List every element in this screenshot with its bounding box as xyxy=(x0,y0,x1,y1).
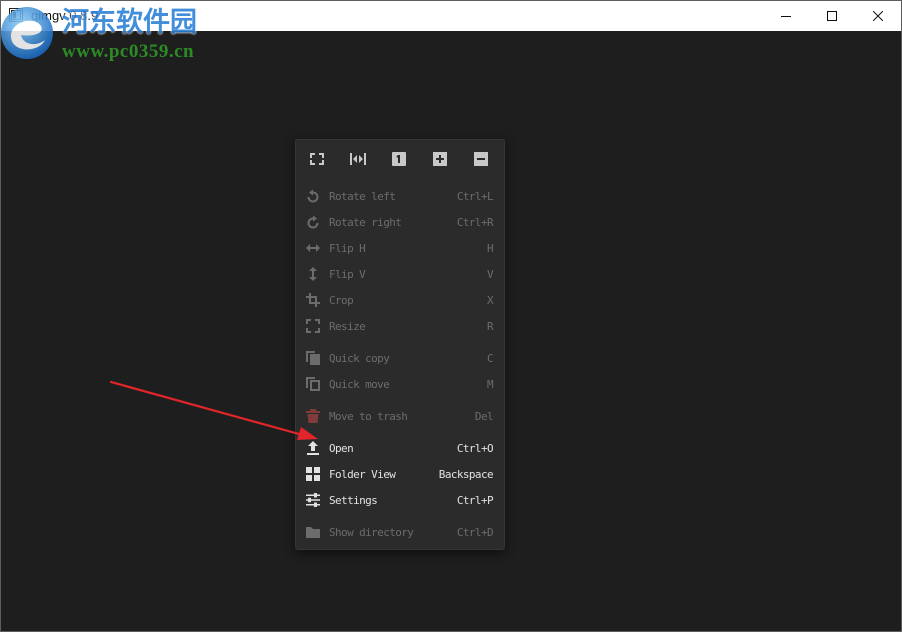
menu-item-rotate-left[interactable]: Rotate left Ctrl+L xyxy=(296,183,504,209)
fit-window-icon xyxy=(309,152,324,165)
menu-item-label: Open xyxy=(329,441,354,455)
menu-section-trash: Move to trash Del xyxy=(296,403,504,429)
menu-item-move-to-trash[interactable]: Move to trash Del xyxy=(296,403,504,429)
zoom-in-icon xyxy=(432,151,447,166)
menu-item-flip-v[interactable]: Flip V V xyxy=(296,261,504,287)
menu-item-shortcut: Backspace xyxy=(438,467,494,481)
maximize-icon xyxy=(827,11,837,21)
title-bar[interactable]: qimgv 0.8.9 xyxy=(1,1,901,31)
window-controls xyxy=(763,1,901,31)
menu-item-quick-copy[interactable]: Quick copy C xyxy=(296,345,504,371)
menu-item-label: Flip V xyxy=(329,267,366,281)
menu-item-label: Crop xyxy=(329,293,354,307)
menu-item-label: Resize xyxy=(329,319,366,333)
folder-icon xyxy=(306,527,320,538)
menu-section-quick-actions: Quick copy C Quick move M xyxy=(296,345,504,397)
rotate-right-icon xyxy=(307,215,319,229)
open-upload-icon xyxy=(307,441,319,455)
menu-item-crop[interactable]: Crop X xyxy=(296,287,504,313)
menu-item-rotate-right[interactable]: Rotate right Ctrl+R xyxy=(296,209,504,235)
menu-item-shortcut: C xyxy=(486,351,494,365)
menu-item-label: Rotate left xyxy=(329,189,396,203)
menu-item-shortcut: R xyxy=(486,319,494,333)
menu-item-shortcut: Del xyxy=(474,409,494,423)
menu-item-shortcut: H xyxy=(486,241,494,255)
folder-view-grid-icon xyxy=(306,467,320,481)
settings-sliders-icon xyxy=(306,493,320,507)
zoom-out-button[interactable] xyxy=(460,140,501,177)
menu-item-quick-move[interactable]: Quick move M xyxy=(296,371,504,397)
original-size-icon xyxy=(391,151,406,166)
menu-item-label: Move to trash xyxy=(329,409,408,423)
context-menu: Rotate left Ctrl+L Rotate right Ctrl+R F… xyxy=(295,139,505,550)
original-size-button[interactable] xyxy=(378,140,419,177)
menu-section-directory: Show directory Ctrl+D xyxy=(296,519,504,545)
menu-item-shortcut: M xyxy=(486,377,494,391)
menu-item-shortcut: V xyxy=(486,267,494,281)
window-title: qimgv 0.8.9 xyxy=(31,8,99,23)
menu-item-label: Flip H xyxy=(329,241,366,255)
trash-icon xyxy=(306,409,320,423)
menu-toolbar xyxy=(296,140,504,177)
fit-width-icon xyxy=(349,152,366,165)
minimize-button[interactable] xyxy=(763,1,809,31)
image-viewer-area[interactable]: Rotate left Ctrl+L Rotate right Ctrl+R F… xyxy=(1,31,901,631)
menu-item-open[interactable]: Open Ctrl+O xyxy=(296,435,504,461)
fit-width-button[interactable] xyxy=(337,140,378,177)
menu-item-label: Show directory xyxy=(329,525,414,539)
app-window: qimgv 0.8.9 Rotate left Ctrl+L Rotate ri… xyxy=(0,0,902,632)
menu-item-label: Quick copy xyxy=(329,351,390,365)
zoom-in-button[interactable] xyxy=(419,140,460,177)
flip-horizontal-icon xyxy=(306,244,320,252)
maximize-button[interactable] xyxy=(809,1,855,31)
fit-window-button[interactable] xyxy=(296,140,337,177)
quick-copy-icon xyxy=(306,351,320,365)
menu-item-flip-h[interactable]: Flip H H xyxy=(296,235,504,261)
resize-icon xyxy=(306,319,320,333)
menu-item-shortcut: X xyxy=(486,293,494,307)
menu-item-settings[interactable]: Settings Ctrl+P xyxy=(296,487,504,513)
menu-section-general: Open Ctrl+O Folder View Backspace Settin… xyxy=(296,435,504,513)
qimgv-app-icon xyxy=(9,8,23,22)
menu-item-show-directory[interactable]: Show directory Ctrl+D xyxy=(296,519,504,545)
menu-item-label: Rotate right xyxy=(329,215,402,229)
menu-item-shortcut: Ctrl+L xyxy=(456,189,494,203)
zoom-out-icon xyxy=(473,151,488,166)
menu-section-transform: Rotate left Ctrl+L Rotate right Ctrl+R F… xyxy=(296,183,504,339)
menu-item-shortcut: Ctrl+P xyxy=(456,493,494,507)
rotate-left-icon xyxy=(307,189,319,203)
close-button[interactable] xyxy=(855,1,901,31)
menu-item-resize[interactable]: Resize R xyxy=(296,313,504,339)
menu-item-label: Folder View xyxy=(329,467,396,481)
menu-item-label: Settings xyxy=(329,493,378,507)
menu-item-label: Quick move xyxy=(329,377,390,391)
menu-item-folder-view[interactable]: Folder View Backspace xyxy=(296,461,504,487)
crop-icon xyxy=(306,293,320,307)
menu-item-shortcut: Ctrl+O xyxy=(456,441,494,455)
flip-vertical-icon xyxy=(309,267,317,281)
menu-item-shortcut: Ctrl+D xyxy=(456,525,494,539)
quick-move-icon xyxy=(306,377,320,391)
close-icon xyxy=(873,11,883,21)
minimize-icon xyxy=(781,16,791,17)
menu-item-shortcut: Ctrl+R xyxy=(456,215,494,229)
